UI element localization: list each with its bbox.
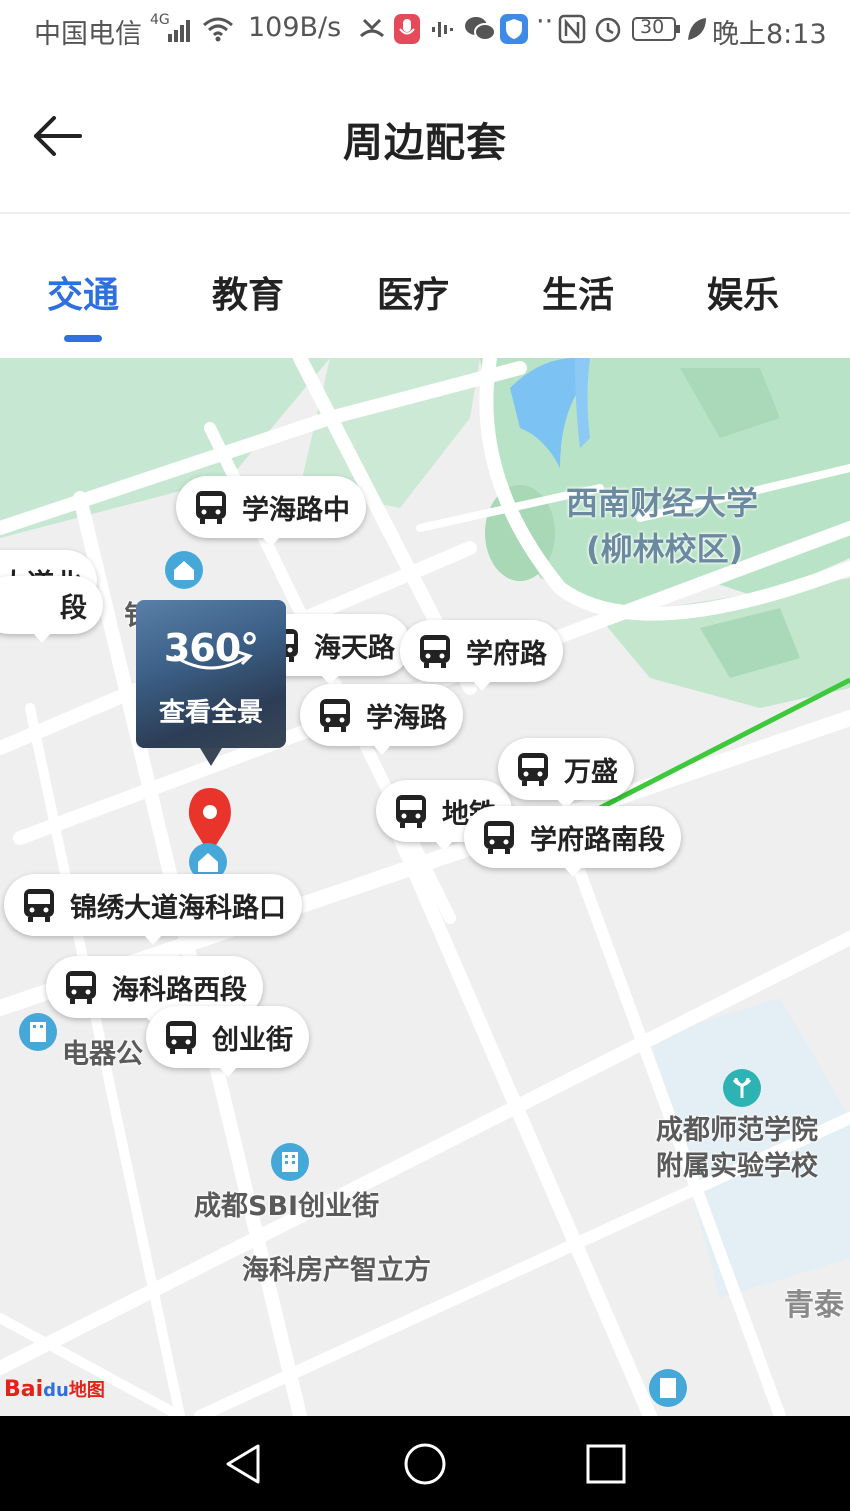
poi-label-haike: 海科房产智立方 (242, 1255, 431, 1286)
bus-icon (420, 635, 450, 668)
building-icon[interactable] (18, 1012, 58, 1052)
bus-icon (166, 1021, 196, 1054)
battery-level: 30 (640, 16, 665, 38)
bus-icon (320, 699, 350, 732)
network-speed: 109B/s (248, 12, 342, 43)
tab-medical[interactable]: 医疗 (343, 266, 483, 318)
bus-icon (518, 753, 548, 786)
status-time: 晚上8:13 (712, 19, 827, 50)
signal-icon (168, 20, 190, 42)
page-header: 周边配套 (0, 62, 850, 214)
status-bar: 中国电信 4G 109B/s ·· 30 晚上8:13 (0, 0, 850, 62)
bus-stop[interactable]: 学海路 (300, 684, 463, 755)
bus-stop[interactable]: 锦绣大道海科路口 (4, 874, 302, 945)
tab-entertainment[interactable]: 娱乐 (673, 266, 813, 318)
active-tab-indicator (64, 335, 102, 342)
building-icon[interactable] (648, 1368, 688, 1408)
bus-stop-partial[interactable]: 段 (0, 576, 103, 643)
panorama-label: 查看全景 (158, 698, 263, 728)
nfc-icon (558, 14, 586, 44)
bus-stop[interactable]: 学府路南段 (464, 806, 681, 877)
mic-icon (394, 14, 420, 44)
audio-icon (432, 22, 453, 37)
bus-stop[interactable]: 学府路 (400, 620, 563, 691)
leaf-icon (688, 18, 706, 40)
system-nav-bar (0, 1416, 850, 1511)
school-icon[interactable] (722, 1068, 762, 1108)
baidu-map-logo: Baidu地图 (4, 1377, 105, 1402)
bus-icon (24, 889, 54, 922)
school-label: 成都师范学院 (656, 1115, 818, 1146)
wechat-icon (465, 17, 496, 41)
tab-life[interactable]: 生活 (508, 266, 648, 318)
bus-icon (396, 795, 426, 828)
home-circle-icon[interactable] (401, 1440, 449, 1488)
panorama-icon (173, 650, 253, 670)
campus-label-sub: (柳林校区) (586, 530, 744, 568)
tab-education[interactable]: 教育 (178, 266, 318, 318)
map-view[interactable]: 西南财经大学 (柳林校区) 成都师范学院 附属实验学校 成都SBI创业街 海科房… (0, 358, 850, 1416)
bus-icon (66, 971, 96, 1004)
building-icon[interactable] (270, 1142, 310, 1182)
poi-label-partial: 青泰 (784, 1288, 844, 1323)
bus-icon (196, 491, 226, 524)
bus-icon (484, 821, 514, 854)
bus-stop[interactable]: 创业街 (146, 1006, 309, 1077)
recents-square-icon[interactable] (582, 1440, 630, 1488)
page-title: 周边配套 (343, 120, 507, 166)
category-tabs: 交通 教育 医疗 生活 娱乐 (0, 216, 850, 358)
tab-traffic[interactable]: 交通 (13, 266, 153, 318)
alarm-icon (595, 17, 621, 43)
residence-icon[interactable] (164, 550, 204, 590)
back-triangle-icon[interactable] (220, 1440, 268, 1488)
panorama-button[interactable]: 360° 查看全景 (136, 600, 286, 766)
carrier-label: 中国电信 (34, 19, 142, 50)
wifi-icon (203, 17, 233, 42)
bus-stop[interactable]: 万盛 (498, 738, 634, 809)
shield-icon (500, 14, 528, 44)
school-label-sub: 附属实验学校 (656, 1151, 818, 1182)
poi-label-sbi: 成都SBI创业街 (194, 1191, 380, 1222)
poi-label-electric: 电器公 (62, 1039, 143, 1070)
missed-call-icon (359, 18, 385, 38)
bus-stop[interactable]: 学海路中 (176, 476, 366, 547)
campus-label: 西南财经大学 (566, 484, 759, 522)
